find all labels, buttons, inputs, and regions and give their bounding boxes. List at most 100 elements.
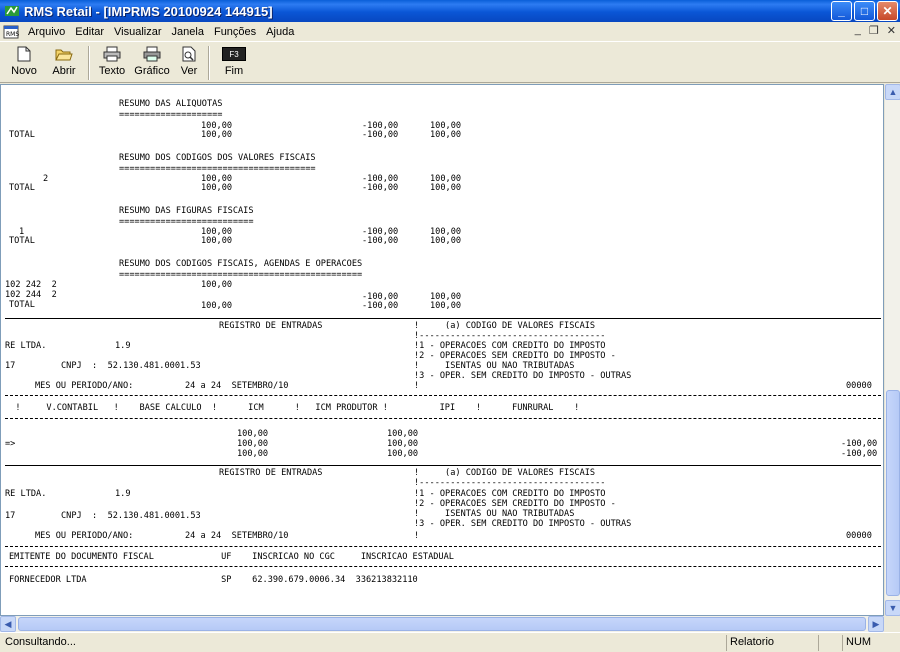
total-label: TOTAL	[9, 182, 35, 194]
value-cell: -100,00	[362, 235, 399, 247]
window-title: RMS Retail - [IMPRMS 20100924 144915]	[24, 3, 273, 19]
menu-editar[interactable]: Editar	[70, 26, 109, 38]
value-cell: -100,00	[841, 448, 878, 460]
legend-item: ! ISENTAS OU NAO TRIBUTADAS	[414, 508, 575, 520]
abrir-button[interactable]: Abrir	[46, 45, 82, 81]
status-message: Consultando...	[5, 636, 76, 648]
period-label: MES OU PERIODO/ANO:	[35, 380, 134, 392]
section-underline: ====================	[119, 109, 223, 121]
section-title: RESUMO DOS CODIGOS DOS VALORES FISCAIS	[119, 152, 316, 164]
ver-button[interactable]: Ver	[174, 45, 204, 81]
page-number: 00000	[846, 380, 872, 392]
value-cell: 100,00	[387, 448, 419, 460]
cnpj-text: CNPJ : 52.130.481.0001.53	[61, 510, 201, 522]
preview-icon	[182, 45, 196, 63]
status-panel-mode: Relatorio	[726, 635, 816, 651]
horizontal-scroll-thumb[interactable]	[18, 617, 866, 631]
separator-line	[5, 318, 881, 319]
separator-line	[5, 465, 881, 466]
report-header-title: REGISTRO DE ENTRADAS	[219, 320, 323, 332]
printer-icon	[103, 45, 121, 63]
value-cell: 100,00	[201, 300, 233, 312]
company-code: 1.9	[115, 488, 131, 500]
legend-item: !2 - OPERACOES SEM CREDITO DO IMPOSTO -	[414, 350, 616, 362]
company-name: RE LTDA.	[5, 340, 47, 352]
mdi-close-button[interactable]: ✕	[887, 24, 896, 37]
printer-color-icon	[143, 45, 161, 63]
scroll-left-icon[interactable]: ◀	[0, 616, 16, 632]
legend-item: !3 - OPER. SEM CREDITO DO IMPOSTO - OUTR…	[414, 518, 632, 530]
menu-funcoes[interactable]: Funções	[209, 26, 261, 38]
separator-line	[5, 395, 881, 396]
value-cell: -100,00	[841, 438, 878, 450]
scroll-down-icon[interactable]: ▼	[885, 600, 900, 616]
vertical-scroll-thumb[interactable]	[886, 390, 900, 596]
legend-item: !3 - OPER. SEM CREDITO DO IMPOSTO - OUTR…	[414, 370, 632, 382]
exit-key-icon: F3	[222, 45, 246, 63]
fim-button[interactable]: F3 Fim	[216, 45, 252, 81]
value-cell: -100,00	[362, 182, 399, 194]
emitter-header: EMITENTE DO DOCUMENTO FISCAL UF INSCRICA…	[9, 551, 454, 563]
texto-label: Texto	[98, 65, 126, 77]
scroll-right-icon[interactable]: ▶	[868, 616, 884, 632]
legend-item: !2 - OPERACOES SEM CREDITO DO IMPOSTO -	[414, 498, 616, 510]
separator-line	[5, 546, 881, 547]
period-value: 24 a 24 SETEMBRO/10	[185, 530, 289, 542]
legend-end: !	[414, 530, 420, 542]
value-cell: 100,00	[387, 428, 419, 440]
value-cell: -100,00	[362, 129, 399, 141]
texto-button[interactable]: Texto	[94, 45, 130, 81]
value-cell: 100,00	[201, 279, 233, 291]
status-panel-numlock: NUM	[842, 635, 882, 651]
title-bar[interactable]: RMS Retail - [IMPRMS 20100924 144915] _ …	[0, 0, 900, 22]
legend-item: !1 - OPERACOES COM CREDITO DO IMPOSTO	[414, 488, 606, 500]
menu-visualizar[interactable]: Visualizar	[109, 26, 167, 38]
document-window-icon[interactable]: RMS	[3, 25, 19, 39]
section-underline: ======================================	[119, 163, 316, 175]
value-cell: 100,00	[201, 235, 233, 247]
vertical-scrollbar[interactable]: ▲ ▼	[884, 84, 900, 616]
svg-text:RMS: RMS	[6, 31, 19, 38]
column-headers: ! V.CONTABIL ! BASE CALCULO ! ICM ! ICM …	[5, 402, 580, 414]
menu-janela[interactable]: Janela	[167, 26, 209, 38]
toolbar: Novo Abrir Texto Gráfico Ver F3 Fim	[0, 41, 900, 83]
fim-label: Fim	[224, 65, 244, 77]
section-underline: ========================================…	[119, 269, 363, 281]
code-cell: 2	[43, 173, 49, 185]
ver-label: Ver	[180, 65, 198, 77]
mdi-minimize-button[interactable]: _	[855, 24, 861, 37]
horizontal-scrollbar[interactable]: ◀ ▶	[0, 616, 884, 632]
maximize-button[interactable]: □	[854, 1, 875, 21]
abrir-label: Abrir	[52, 65, 76, 77]
close-button[interactable]: ✕	[877, 1, 898, 21]
scrollbar-corner	[884, 616, 900, 632]
report-view[interactable]: RESUMO DAS ALIQUOTAS ===================…	[0, 84, 884, 616]
period-label: MES OU PERIODO/ANO:	[35, 530, 134, 542]
open-folder-icon	[55, 45, 73, 63]
value-cell: 100,00	[237, 428, 269, 440]
value-cell: 100,00	[237, 438, 269, 450]
value-cell: 100,00	[201, 129, 233, 141]
legend-end: !	[414, 380, 420, 392]
minimize-button[interactable]: _	[831, 1, 852, 21]
section-underline: ==========================	[119, 216, 254, 228]
menu-arquivo[interactable]: Arquivo	[23, 26, 70, 38]
total-label: TOTAL	[9, 235, 35, 247]
value-cell: -100,00	[362, 300, 399, 312]
legend-item: !1 - OPERACOES COM CREDITO DO IMPOSTO	[414, 340, 606, 352]
novo-button[interactable]: Novo	[6, 45, 42, 81]
company-name: RE LTDA.	[5, 488, 47, 500]
page-number: 00000	[846, 530, 872, 542]
total-label: TOTAL	[9, 129, 35, 141]
mdi-restore-button[interactable]: ❐	[869, 24, 879, 37]
report-header-title: REGISTRO DE ENTRADAS	[219, 467, 323, 479]
legend-rule: !------------------------------------	[414, 477, 606, 489]
toolbar-separator	[208, 46, 210, 80]
branch-code: 17	[5, 360, 16, 372]
menu-ajuda[interactable]: Ajuda	[261, 26, 299, 38]
total-label: TOTAL	[9, 299, 35, 311]
section-title: RESUMO DAS FIGURAS FISCAIS	[119, 205, 254, 217]
scroll-up-icon[interactable]: ▲	[885, 84, 900, 100]
section-title: RESUMO DOS CODIGOS FISCAIS, AGENDAS E OP…	[119, 258, 363, 270]
grafico-button[interactable]: Gráfico	[132, 45, 172, 81]
